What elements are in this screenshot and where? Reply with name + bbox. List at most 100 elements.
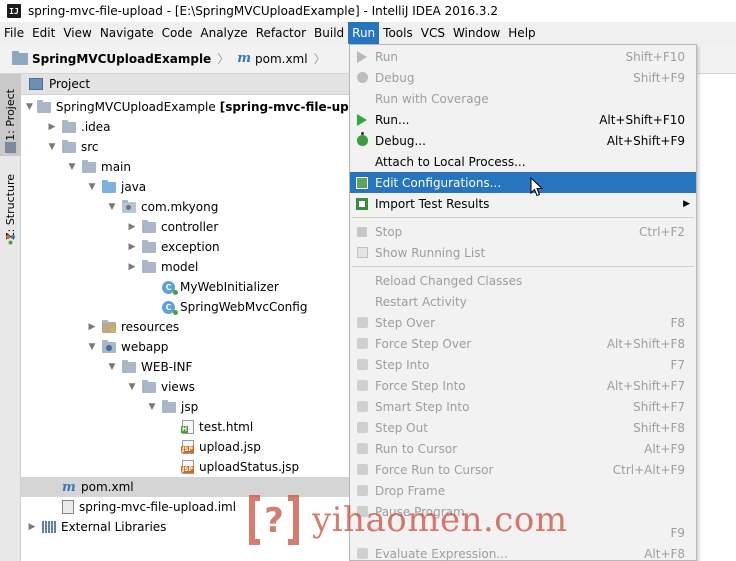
tree-node[interactable]: C MyWebInitializer <box>21 277 349 297</box>
tree-node[interactable]: JSP uploadStatus.jsp <box>21 457 349 477</box>
collapse-arrow-icon[interactable]: ▶ <box>126 241 138 253</box>
run-menu-item-import-test-results[interactable]: Import Test Results ▶ <box>350 193 696 214</box>
run-menu-item-attach-to-local-process[interactable]: Attach to Local Process... <box>350 151 696 172</box>
menu-help[interactable]: Help <box>504 22 539 44</box>
tree-node[interactable]: ▶ resources <box>21 317 349 337</box>
menu-file[interactable]: File <box>0 22 28 44</box>
run-menu-item-label: Run... <box>375 112 410 127</box>
run-menu-item-debug[interactable]: Debug... Alt+Shift+F9 <box>350 130 696 151</box>
libraries-icon <box>42 521 56 533</box>
maven-icon: m <box>237 51 251 66</box>
expand-arrow-icon[interactable]: ▼ <box>106 361 118 373</box>
run-menu-item-shortcut: Ctrl+F2 <box>639 224 685 239</box>
step-into-icon <box>355 358 369 372</box>
expand-arrow-icon[interactable]: ▼ <box>86 341 98 353</box>
tree-node-label: exception <box>161 240 220 254</box>
collapse-arrow-icon[interactable]: ▶ <box>86 321 98 333</box>
run-menu-item-shortcut: Alt+Shift+F10 <box>599 112 685 127</box>
tree-node[interactable]: C SpringWebMvcConfig <box>21 297 349 317</box>
run-menu-item-run[interactable]: Run... Alt+Shift+F10 <box>350 109 696 130</box>
menu-tools[interactable]: Tools <box>379 22 417 44</box>
tree-node-label: MyWebInitializer <box>180 280 279 294</box>
expand-arrow-icon[interactable]: ▼ <box>146 401 158 413</box>
menu-refactor[interactable]: Refactor <box>252 22 310 44</box>
run-menu-item-shortcut: Shift+F10 <box>625 49 685 64</box>
tree-node-label: SpringMVCUploadExample <box>55 100 216 114</box>
tree-node-label: views <box>161 380 195 394</box>
menu-navigate[interactable]: Navigate <box>96 22 158 44</box>
breadcrumb-project[interactable]: SpringMVCUploadExample 〉 <box>8 48 233 70</box>
tree-node[interactable]: ▶ exception <box>21 237 349 257</box>
collapse-arrow-icon[interactable]: ▶ <box>126 221 138 233</box>
tree-node[interactable]: m pom.xml <box>21 477 349 497</box>
tree-node[interactable]: spring-mvc-file-upload.iml <box>21 497 349 517</box>
collapse-arrow-icon[interactable]: ▶ <box>126 261 138 273</box>
menu-build[interactable]: Build <box>310 22 348 44</box>
tree-node[interactable]: ▼ webapp <box>21 337 349 357</box>
tree-node[interactable]: JSP upload.jsp <box>21 437 349 457</box>
drop-frame-icon <box>355 484 369 498</box>
menu-analyze[interactable]: Analyze <box>196 22 251 44</box>
tree-node[interactable]: ▶ model <box>21 257 349 277</box>
step-over-icon <box>355 316 369 330</box>
expand-arrow-icon[interactable]: ▼ <box>26 101 33 113</box>
chevron-right-icon: 〉 <box>313 52 326 66</box>
expand-arrow-icon[interactable]: ▼ <box>126 381 138 393</box>
menu-window[interactable]: Window <box>449 22 504 44</box>
menu-code[interactable]: Code <box>158 22 197 44</box>
tree-node-label: test.html <box>199 420 254 434</box>
mouse-pointer-icon <box>530 177 544 197</box>
tree-node[interactable]: ▼ java <box>21 177 349 197</box>
expand-arrow-icon[interactable]: ▼ <box>86 181 98 193</box>
run-menu-item-edit-configurations[interactable]: Edit Configurations... <box>350 172 696 193</box>
run-menu-item-label: Reload Changed Classes <box>375 273 523 288</box>
run-menu-item-shortcut: Shift+F9 <box>633 70 685 85</box>
tree-node[interactable]: Htest.html <box>21 417 349 437</box>
menu-icon-spacer <box>355 526 369 540</box>
tree-node[interactable]: ▼ src <box>21 137 349 157</box>
project-tree: ▼ SpringMVCUploadExample [spring-mvc-file-… <box>21 95 383 561</box>
run-menu-item-item-24: F9 <box>350 522 696 543</box>
folder-icon <box>82 159 96 173</box>
tree-node[interactable]: ▶ .idea <box>21 117 349 137</box>
expand-arrow-icon[interactable]: ▼ <box>46 141 58 153</box>
run-menu-item-shortcut: F7 <box>670 357 685 372</box>
run-menu-item-shortcut: Alt+Shift+F7 <box>606 378 685 393</box>
tree-node[interactable]: ▼ SpringMVCUploadExample [spring-mvc-file-… <box>21 97 383 117</box>
step-out-icon <box>355 421 369 435</box>
run-menu-item-shortcut: Alt+Shift+F8 <box>606 336 685 351</box>
run-menu-dropdown: Run Shift+F10 Debug Shift+F9 Run with Covera… <box>349 44 697 561</box>
run-menu-item-run-to-cursor: Run to Cursor Alt+F9 <box>350 438 696 459</box>
force-step-over-icon <box>355 337 369 351</box>
menu-vcs[interactable]: VCS <box>417 22 449 44</box>
menu-view[interactable]: View <box>59 22 95 44</box>
edit-configurations-icon <box>355 176 369 190</box>
tree-node[interactable]: ▼ views <box>21 377 349 397</box>
run-icon <box>355 50 369 64</box>
run-menu-item-label: Drop Frame <box>375 483 446 498</box>
tree-node[interactable]: ▶ controller <box>21 217 349 237</box>
collapse-arrow-icon[interactable]: ▶ <box>46 121 58 133</box>
run-menu-item-debug: Debug Shift+F9 <box>350 67 696 88</box>
run-menu-item-label: Pause Program <box>375 504 465 519</box>
expand-arrow-icon[interactable]: ▼ <box>66 161 78 173</box>
menu-edit[interactable]: Edit <box>28 22 59 44</box>
breadcrumb-file[interactable]: m pom.xml 〉 <box>233 48 329 70</box>
project-panel-header[interactable]: Project <box>21 74 349 95</box>
tree-node[interactable]: ▼ WEB-INF <box>21 357 349 377</box>
run-menu-item-stop: Stop Ctrl+F2 <box>350 221 696 242</box>
run-menu-item-restart-activity: Restart Activity <box>350 291 696 312</box>
tree-node[interactable]: ▼ main <box>21 157 349 177</box>
run-menu-item-shortcut: F9 <box>670 525 685 540</box>
run-menu-item-shortcut: F8 <box>670 315 685 330</box>
tree-node[interactable]: ▼ jsp <box>21 397 349 417</box>
collapse-arrow-icon[interactable]: ▶ <box>26 521 38 533</box>
run-menu-item-label: Restart Activity <box>375 294 467 309</box>
tree-node[interactable]: ▼ com.mkyong <box>21 197 349 217</box>
debug-icon <box>355 71 369 85</box>
expand-arrow-icon[interactable]: ▼ <box>106 201 118 213</box>
tree-node[interactable]: ▶ External Libraries <box>21 517 349 537</box>
menu-run[interactable]: Run <box>348 22 380 44</box>
tree-node-label: upload.jsp <box>199 440 261 454</box>
